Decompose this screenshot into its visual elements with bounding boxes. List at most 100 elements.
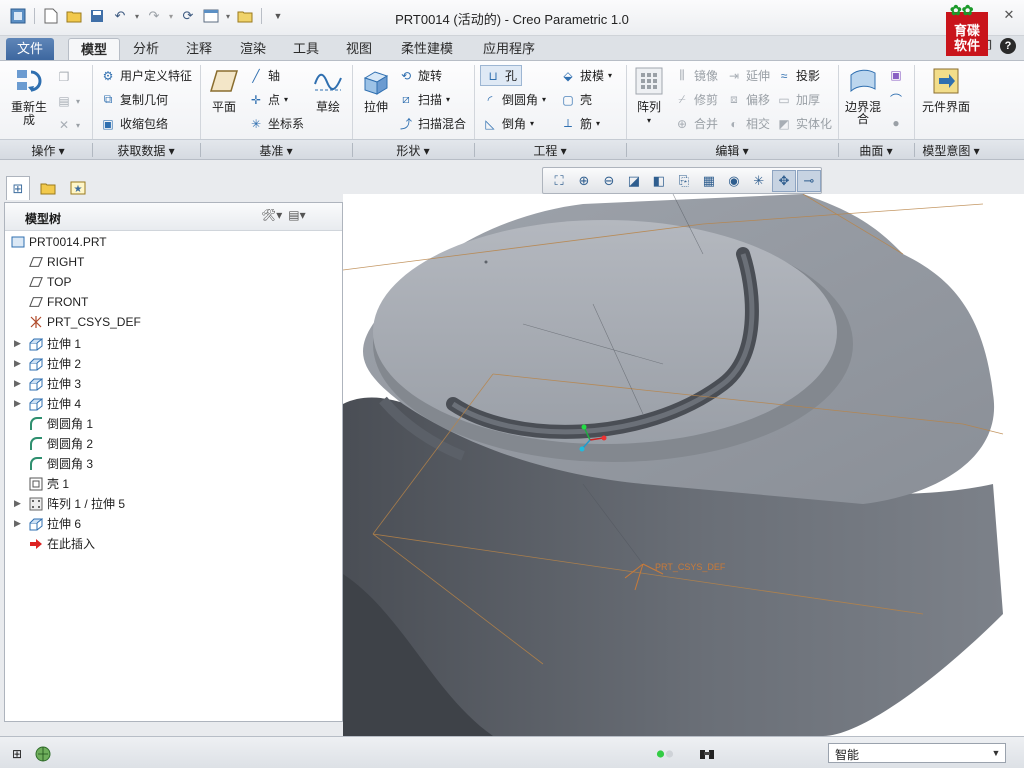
sweep-button[interactable]: ⧄ 扫描 ▾	[398, 91, 450, 108]
hole-button[interactable]: ⊔ 孔	[480, 65, 523, 86]
favorites-tab-icon[interactable]: ★	[66, 176, 90, 200]
close-icon[interactable]: ✕	[1002, 8, 1016, 22]
group-label-datum[interactable]: 基准 ▾	[206, 142, 346, 159]
solidify-button[interactable]: ◩ 实体化	[776, 115, 832, 132]
udf-button[interactable]: ⚙ 用户定义特征	[100, 67, 192, 84]
group-label-engineering[interactable]: 工程 ▾	[480, 142, 620, 159]
freestyle-button[interactable]: ▣	[888, 67, 904, 83]
help-icon[interactable]: ?	[1000, 38, 1016, 54]
trim-button[interactable]: ⌿ 修剪	[674, 91, 718, 108]
expand-arrow-icon[interactable]: ▶	[14, 398, 21, 409]
toggle-navigator-icon[interactable]: ⊞	[8, 745, 26, 763]
tree-item[interactable]: 在此插入	[29, 535, 95, 552]
group-label-surfaces[interactable]: 曲面 ▾	[842, 142, 910, 159]
tree-item[interactable]: 拉伸 3	[29, 375, 81, 392]
draft-button[interactable]: ⬙ 拔模 ▾	[560, 67, 612, 84]
expand-arrow-icon[interactable]: ▶	[14, 378, 21, 389]
mirror-button[interactable]: ⫼ 镜像	[674, 67, 718, 84]
thicken-button[interactable]: ▭ 加厚	[776, 91, 820, 108]
extrude-button[interactable]: 拉伸	[358, 65, 394, 114]
graphics-window[interactable]: PRT_CSYS_DEF	[343, 194, 1024, 736]
datum-plane-button[interactable]: 平面	[206, 65, 242, 114]
revolve-button[interactable]: ⟲ 旋转	[398, 67, 442, 84]
expand-arrow-icon[interactable]: ▶	[14, 358, 21, 369]
copy-geometry-button[interactable]: ⧉ 复制几何	[100, 91, 168, 108]
extend-button[interactable]: ⇥ 延伸	[726, 67, 770, 84]
expand-arrow-icon[interactable]: ▶	[14, 338, 21, 349]
boundary-blend-button[interactable]: 边界混合	[842, 65, 884, 125]
tab-view[interactable]: 视图	[336, 38, 382, 60]
tab-model[interactable]: 模型	[68, 38, 120, 60]
expand-arrow-icon[interactable]: ▶	[14, 518, 21, 529]
group-label-get-data[interactable]: 获取数据 ▾	[98, 142, 194, 159]
tab-flexible-modeling[interactable]: 柔性建模	[390, 38, 464, 60]
copy-button[interactable]: ❐	[56, 69, 72, 85]
tree-item[interactable]: 拉伸 4	[29, 395, 81, 412]
offset-button[interactable]: ⧈ 偏移	[726, 91, 770, 108]
sphere-button[interactable]: ●	[888, 115, 904, 131]
tab-analysis[interactable]: 分析	[124, 38, 168, 60]
zoom-in-icon[interactable]: ⊕	[572, 170, 596, 192]
chevron-down-icon[interactable]: ▼	[989, 745, 1003, 761]
tree-item[interactable]: 拉伸 1	[29, 335, 81, 352]
tree-show-icon[interactable]: ▤▾	[288, 208, 305, 222]
rib-button[interactable]: ⟂ 筋 ▾	[560, 115, 600, 132]
shell-button[interactable]: ▢ 壳	[560, 91, 592, 108]
selection-filter-dropdown[interactable]: 智能 ▼	[828, 743, 1006, 763]
tree-item[interactable]: 倒圆角 1	[29, 415, 93, 432]
refit-icon[interactable]: ⛶	[547, 170, 571, 192]
tree-item[interactable]: 倒圆角 3	[29, 455, 93, 472]
tab-annotate[interactable]: 注释	[176, 38, 222, 60]
spin-center-icon[interactable]: ✥	[771, 169, 796, 192]
tree-settings-icon[interactable]: 🛠▾	[261, 208, 282, 222]
tree-item[interactable]: RIGHT	[29, 255, 84, 269]
merge-button[interactable]: ⊕ 合并	[674, 115, 718, 132]
selection-filter-icon[interactable]	[698, 745, 716, 763]
project-button[interactable]: ≈ 投影	[776, 67, 820, 84]
folder-browser-tab-icon[interactable]	[36, 176, 60, 200]
regenerate-button[interactable]: 重新生成	[6, 65, 52, 127]
point-button[interactable]: ✛ 点 ▾	[248, 91, 288, 108]
annotation-display-icon[interactable]: ⊸	[796, 169, 821, 192]
tree-item[interactable]: 拉伸 2	[29, 355, 81, 372]
sketch-button[interactable]: 草绘	[308, 65, 348, 114]
tab-render[interactable]: 渲染	[230, 38, 276, 60]
browser-icon[interactable]	[34, 745, 52, 763]
axis-button[interactable]: ╱ 轴	[248, 67, 280, 84]
shrinkwrap-button[interactable]: ▣ 收缩包络	[100, 115, 168, 132]
tab-applications[interactable]: 应用程序	[472, 38, 546, 60]
intersect-button[interactable]: ◐ 相交	[726, 115, 770, 132]
group-label-editing[interactable]: 编辑 ▾	[632, 142, 832, 159]
tree-item[interactable]: 壳 1	[29, 475, 69, 492]
style-button[interactable]: ⌒	[888, 91, 904, 107]
tree-item[interactable]: FRONT	[29, 295, 88, 309]
group-label-model-intent[interactable]: 模型意图 ▾	[916, 142, 986, 159]
zoom-out-icon[interactable]: ⊖	[597, 170, 621, 192]
tree-item[interactable]: PRT0014.PRT	[11, 235, 107, 249]
perspective-icon[interactable]: ◉	[722, 170, 746, 192]
tab-tools[interactable]: 工具	[283, 38, 329, 60]
swept-blend-button[interactable]: ⤴ 扫描混合	[398, 115, 466, 132]
tree-item[interactable]: 拉伸 6	[29, 515, 81, 532]
delete-button[interactable]: ✕ ▾	[56, 117, 80, 133]
display-style-icon[interactable]: ◧	[647, 170, 671, 192]
paste-button[interactable]: ▤ ▾	[56, 93, 80, 109]
group-label-shapes[interactable]: 形状 ▾	[358, 142, 468, 159]
group-label-operations[interactable]: 操作 ▾	[10, 142, 86, 159]
saved-views-icon[interactable]: ⎘	[672, 170, 696, 192]
tree-item[interactable]: TOP	[29, 275, 71, 289]
repaint-icon[interactable]: ◪	[622, 170, 646, 192]
model-tree-tab-icon[interactable]: ⊞	[6, 176, 30, 200]
chamfer-button[interactable]: ◺ 倒角 ▾	[482, 115, 534, 132]
tab-file[interactable]: 文件	[6, 38, 54, 60]
round-button[interactable]: ◜ 倒圆角 ▾	[482, 91, 546, 108]
view-manager-icon[interactable]: ▦	[697, 170, 721, 192]
tree-item[interactable]: PRT_CSYS_DEF	[29, 315, 141, 329]
tree-item[interactable]: 倒圆角 2	[29, 435, 93, 452]
part-model-view[interactable]: PRT_CSYS_DEF	[343, 194, 1024, 736]
datum-display-icon[interactable]: ✳	[747, 170, 771, 192]
expand-arrow-icon[interactable]: ▶	[14, 498, 21, 509]
component-interface-button[interactable]: 元件界面	[920, 65, 972, 113]
tree-item[interactable]: 阵列 1 / 拉伸 5	[29, 495, 125, 512]
csys-button[interactable]: ✳ 坐标系	[248, 115, 304, 132]
